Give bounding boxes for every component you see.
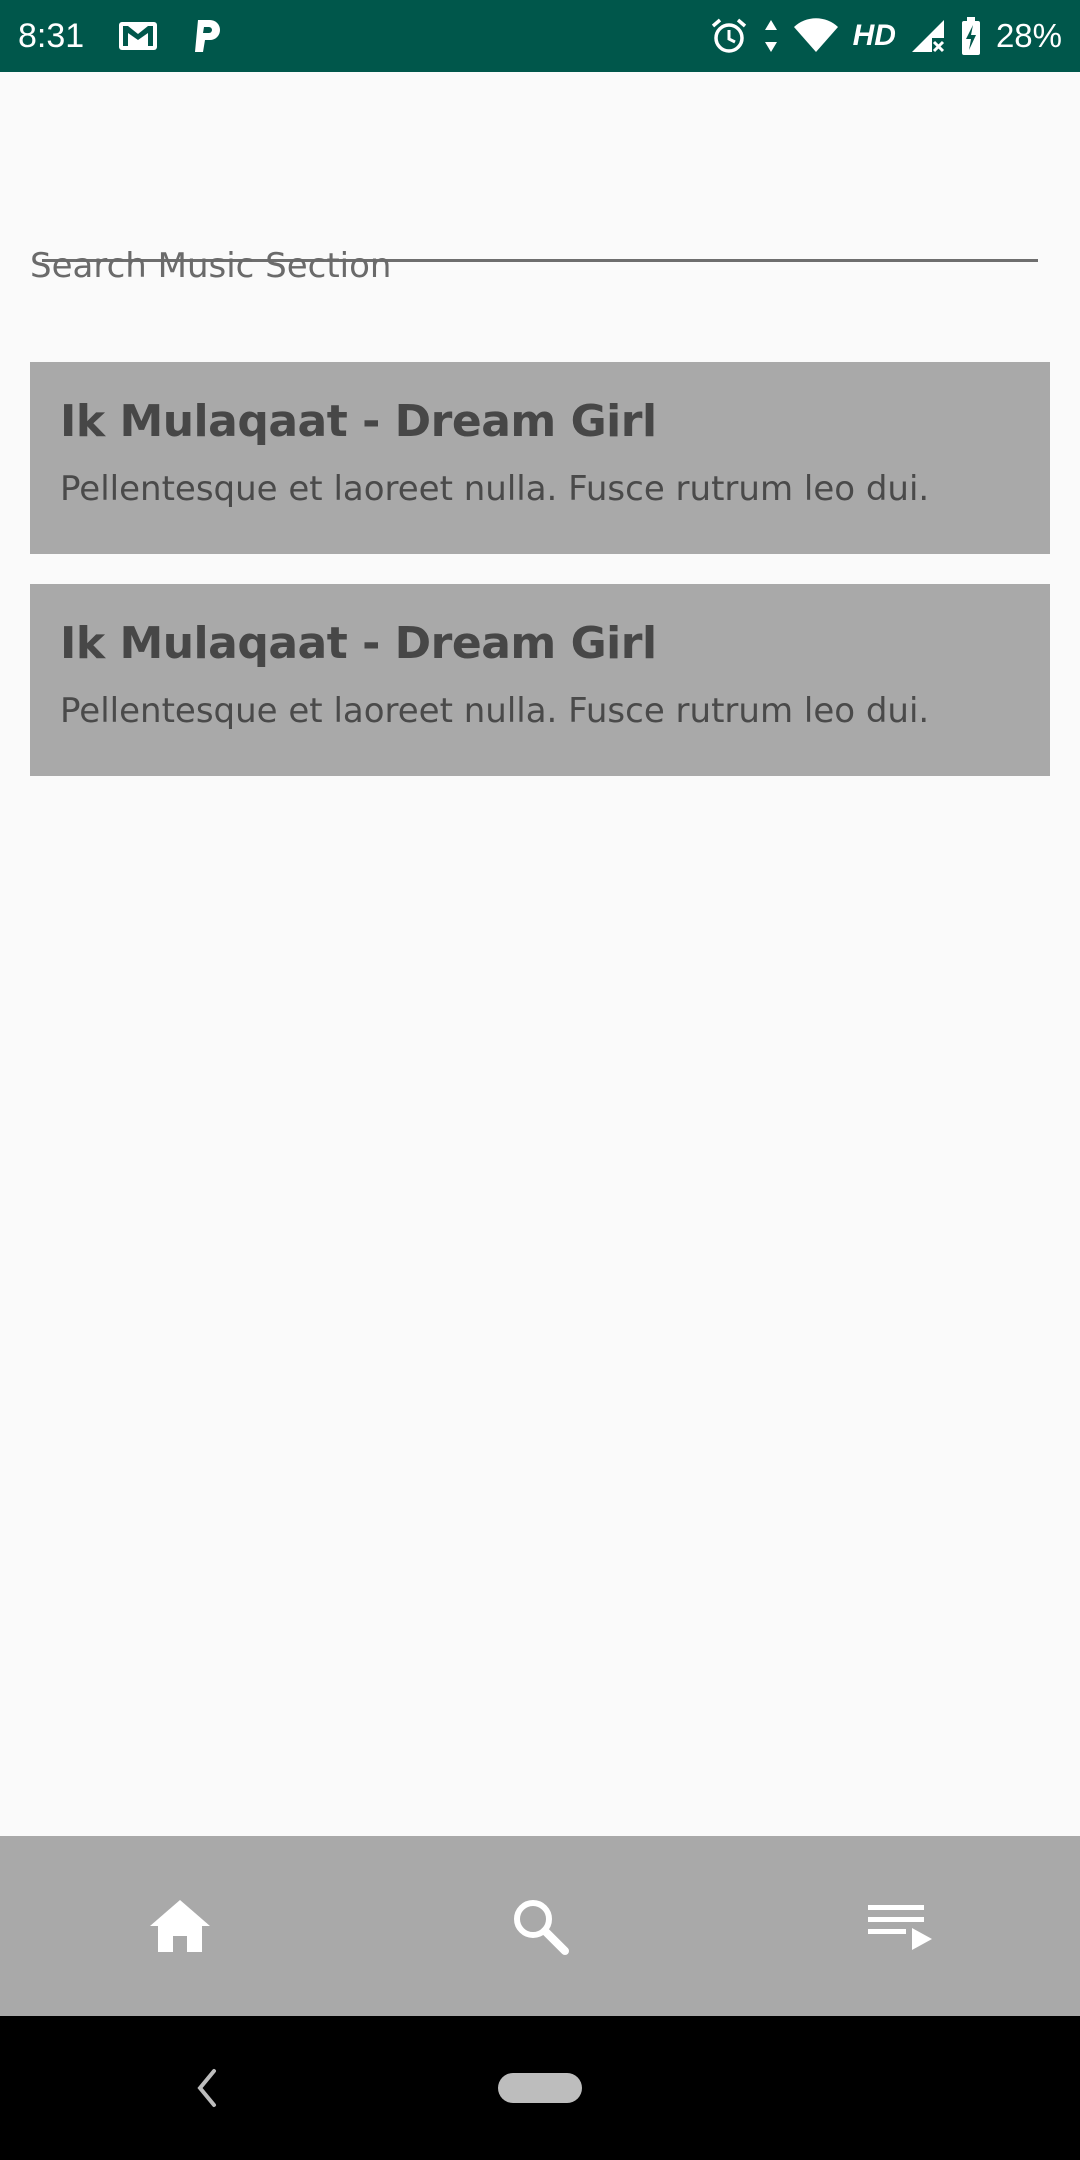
status-bar: 8:31 HD 28%: [0, 0, 1080, 72]
home-icon: [148, 1898, 212, 1954]
search-label: Search Music Section: [30, 246, 392, 286]
gmail-icon: [118, 20, 158, 52]
network-type: HD: [852, 19, 896, 52]
song-card[interactable]: Ik Mulaqaat - Dream Girl Pellentesque et…: [30, 362, 1050, 554]
search-icon: [510, 1896, 570, 1956]
search-section: Search Music Section: [0, 72, 1080, 302]
back-icon[interactable]: [190, 2061, 220, 2115]
playlist-icon: [866, 1901, 934, 1951]
home-pill[interactable]: [498, 2073, 582, 2103]
battery-icon: [960, 16, 982, 56]
parking-icon: [192, 16, 224, 56]
alarm-icon: [709, 16, 749, 56]
nav-playlist-button[interactable]: [720, 1836, 1080, 2016]
bottom-navigation: [0, 1836, 1080, 2016]
song-title: Ik Mulaqaat - Dream Girl: [60, 396, 657, 447]
wifi-icon: [793, 18, 839, 54]
status-time: 8:31: [18, 16, 85, 55]
song-description: Pellentesque et laoreet nulla. Fusce rut…: [60, 469, 930, 509]
system-navigation-bar: [0, 2016, 1080, 2160]
song-title: Ik Mulaqaat - Dream Girl: [60, 618, 657, 669]
song-card[interactable]: Ik Mulaqaat - Dream Girl Pellentesque et…: [30, 584, 1050, 776]
nav-home-button[interactable]: [0, 1836, 360, 2016]
data-arrows-icon: [763, 18, 779, 54]
song-description: Pellentesque et laoreet nulla. Fusce rut…: [60, 691, 930, 731]
battery-level: 28%: [995, 17, 1062, 54]
nav-search-button[interactable]: [360, 1836, 720, 2016]
cell-signal-icon: [910, 18, 946, 54]
